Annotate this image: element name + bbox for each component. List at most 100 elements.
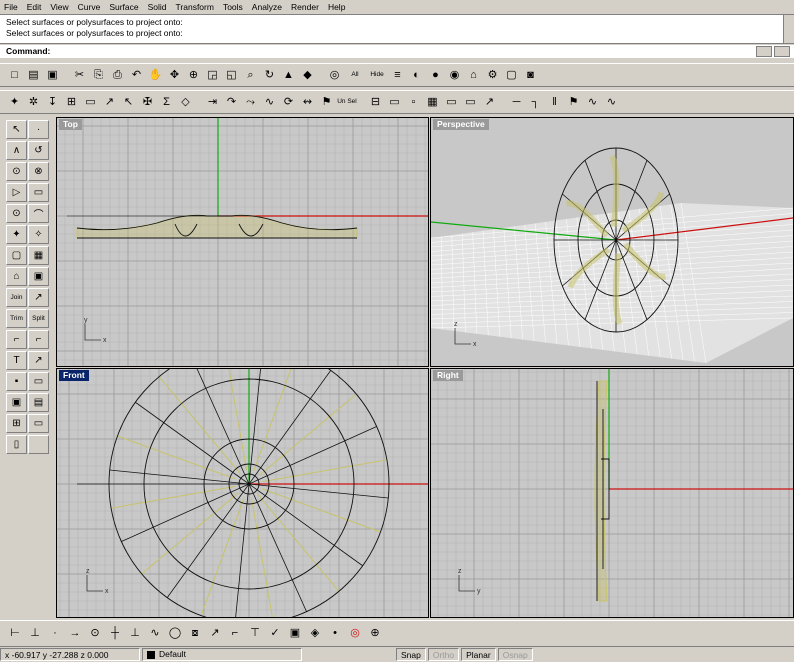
tool-button-19[interactable]: Split: [28, 309, 49, 328]
toolbar2-button-17[interactable]: ⚑: [318, 94, 335, 111]
viewport-top[interactable]: yx Top: [56, 117, 429, 367]
osnap-button-1[interactable]: ⊥: [26, 625, 44, 642]
toolbar2-button-29[interactable]: ┐: [527, 94, 544, 111]
menu-help[interactable]: Help: [328, 2, 345, 12]
toolbar2-button-26[interactable]: ↗: [481, 94, 498, 111]
toolbar2-button-5[interactable]: ↗: [101, 94, 118, 111]
menu-edit[interactable]: Edit: [27, 2, 42, 12]
tool-button-22[interactable]: T: [6, 351, 27, 370]
tool-button-6[interactable]: ▷: [6, 183, 27, 202]
osnap-button-4[interactable]: ⊙: [86, 625, 104, 642]
toolbar2-button-15[interactable]: ⟳: [280, 94, 297, 111]
viewport-title-front[interactable]: Front: [59, 370, 89, 381]
viewport-title-right[interactable]: Right: [433, 370, 463, 381]
tool-button-0[interactable]: ↖: [6, 120, 27, 139]
tool-button-14[interactable]: ⌂: [6, 267, 27, 286]
osnap-button-2[interactable]: ·: [46, 625, 64, 642]
tool-button-27[interactable]: ▤: [28, 393, 49, 412]
toolbar1-button-25[interactable]: ⌂: [465, 67, 482, 84]
command-history-button[interactable]: [756, 46, 772, 57]
tool-button-16[interactable]: Join: [6, 288, 27, 307]
toolbar1-button-6[interactable]: ⎙: [109, 67, 126, 84]
menu-solid[interactable]: Solid: [148, 2, 167, 12]
toolbar1-button-7[interactable]: ↶: [128, 67, 145, 84]
osnap-button-15[interactable]: ◈: [306, 625, 324, 642]
osnap-button-13[interactable]: ✓: [266, 625, 284, 642]
viewport-title-perspective[interactable]: Perspective: [433, 119, 489, 130]
toolbar2-button-31[interactable]: ⚑: [565, 94, 582, 111]
status-osnap-toggle[interactable]: Osnap: [497, 648, 533, 661]
status-layer[interactable]: Default: [142, 648, 302, 661]
toolbar1-button-27[interactable]: ▢: [503, 67, 520, 84]
toolbar2-button-16[interactable]: ↭: [299, 94, 316, 111]
tool-button-23[interactable]: ↗: [28, 351, 49, 370]
osnap-button-3[interactable]: →: [66, 625, 84, 642]
tool-button-10[interactable]: ✦: [6, 225, 27, 244]
command-line[interactable]: Command:: [0, 45, 794, 58]
tool-button-1[interactable]: ·: [28, 120, 49, 139]
toolbar2-button-11[interactable]: ⇥: [204, 94, 221, 111]
toolbar1-button-20[interactable]: Hide: [367, 67, 387, 84]
tool-button-8[interactable]: ⊙: [6, 204, 27, 223]
osnap-button-12[interactable]: ⊤: [246, 625, 264, 642]
toolbar2-button-23[interactable]: ▦: [424, 94, 441, 111]
toolbar1-button-23[interactable]: ●: [427, 67, 444, 84]
tool-button-28[interactable]: ⊞: [6, 414, 27, 433]
status-snap-toggle[interactable]: Snap: [396, 648, 426, 661]
tool-button-17[interactable]: ↗: [28, 288, 49, 307]
toolbar1-button-28[interactable]: ◙: [522, 67, 539, 84]
toolbar1-button-1[interactable]: ▤: [25, 67, 42, 84]
menu-transform[interactable]: Transform: [176, 2, 214, 12]
toolbar1-button-9[interactable]: ✥: [166, 67, 183, 84]
command-options-button[interactable]: [774, 46, 790, 57]
toolbar2-button-3[interactable]: ⊞: [63, 94, 80, 111]
osnap-button-14[interactable]: ▣: [286, 625, 304, 642]
osnap-button-10[interactable]: ↗: [206, 625, 224, 642]
toolbar2-button-2[interactable]: ↧: [44, 94, 61, 111]
toolbar2-button-8[interactable]: Σ: [158, 94, 175, 111]
tool-button-5[interactable]: ⊗: [28, 162, 49, 181]
toolbar2-button-14[interactable]: ∿: [261, 94, 278, 111]
toolbar2-button-28[interactable]: ─: [508, 94, 525, 111]
toolbar1-button-0[interactable]: □: [6, 67, 23, 84]
viewport-title-top[interactable]: Top: [59, 119, 82, 130]
tool-button-21[interactable]: ⌐: [28, 330, 49, 349]
toolbar2-button-22[interactable]: ▫: [405, 94, 422, 111]
viewport-front[interactable]: zx Front: [56, 368, 429, 618]
toolbar2-button-24[interactable]: ▭: [443, 94, 460, 111]
toolbar1-button-5[interactable]: ⎘: [90, 67, 107, 84]
toolbar1-button-14[interactable]: ↻: [261, 67, 278, 84]
osnap-button-11[interactable]: ⌐: [226, 625, 244, 642]
osnap-button-16[interactable]: •: [326, 625, 344, 642]
toolbar1-button-26[interactable]: ⚙: [484, 67, 501, 84]
status-planar-toggle[interactable]: Planar: [461, 648, 496, 661]
viewport-front-canvas[interactable]: zx: [57, 369, 428, 617]
toolbar2-button-12[interactable]: ↷: [223, 94, 240, 111]
menu-analyze[interactable]: Analyze: [252, 2, 282, 12]
menu-surface[interactable]: Surface: [109, 2, 138, 12]
osnap-button-18[interactable]: ⊕: [366, 625, 384, 642]
menu-view[interactable]: View: [50, 2, 68, 12]
viewport-top-canvas[interactable]: yx: [57, 118, 428, 366]
tool-button-15[interactable]: ▣: [28, 267, 49, 286]
osnap-button-7[interactable]: ∿: [146, 625, 164, 642]
tool-button-4[interactable]: ⊙: [6, 162, 27, 181]
viewport-right[interactable]: zy Right: [430, 368, 794, 618]
tool-button-9[interactable]: ⌒: [28, 204, 49, 223]
toolbar2-button-30[interactable]: ‖: [546, 94, 563, 111]
toolbar1-button-15[interactable]: ▲: [280, 67, 297, 84]
viewport-perspective-canvas[interactable]: zx: [431, 118, 793, 366]
tool-button-25[interactable]: ▭: [28, 372, 49, 391]
menu-render[interactable]: Render: [291, 2, 319, 12]
toolbar2-button-33[interactable]: ∿: [603, 94, 620, 111]
tool-button-24[interactable]: ▪: [6, 372, 27, 391]
tool-button-20[interactable]: ⌐: [6, 330, 27, 349]
menu-file[interactable]: File: [4, 2, 18, 12]
toolbar2-button-20[interactable]: ⊟: [367, 94, 384, 111]
toolbar1-button-22[interactable]: ◐: [408, 67, 425, 84]
toolbar1-button-13[interactable]: ⌕: [242, 67, 259, 84]
toolbar1-button-10[interactable]: ⊕: [185, 67, 202, 84]
toolbar2-button-4[interactable]: ▭: [82, 94, 99, 111]
viewport-perspective[interactable]: zx Perspective: [430, 117, 794, 367]
toolbar2-button-0[interactable]: ✦: [6, 94, 23, 111]
